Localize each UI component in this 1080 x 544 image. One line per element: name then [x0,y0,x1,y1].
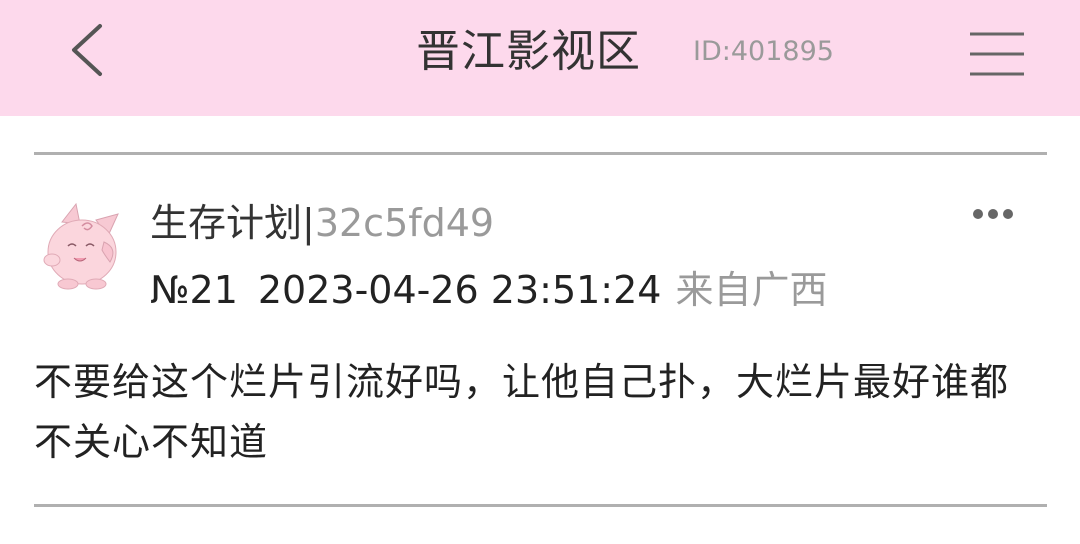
post-location: 来自广西 [675,268,828,312]
post-meta: №21 2023-04-26 23:51:24 来自广西 [150,262,827,318]
more-options-button[interactable] [968,200,1018,228]
thread-page: 晋江影视区 ID:401895 生存计划|32c5fd49 №21 2023-0… [0,0,1080,544]
pokemon-avatar-icon [43,202,119,290]
board-title: 晋江影视区 [416,26,641,77]
avatar[interactable] [38,200,124,290]
post-content: 不要给这个烂片引流好吗，让他自己扑，大烂片最好谁都不关心不知道 [34,360,1010,464]
author-hash: 32c5fd49 [314,201,495,245]
divider-bottom [34,504,1047,507]
author-name[interactable]: 生存计划 [150,201,302,245]
divider-top [34,152,1047,155]
menu-button[interactable] [966,28,1028,80]
post-timestamp: 2023-04-26 23:51:24 [257,268,662,312]
chevron-left-icon [72,24,102,76]
hamburger-menu-icon [970,32,1024,76]
back-button[interactable] [58,18,122,82]
more-horizontal-icon [973,209,1013,219]
author-line: 生存计划|32c5fd49 [150,196,494,250]
board-id: ID:401895 [693,36,834,67]
author-separator: | [302,201,315,245]
top-bar: 晋江影视区 ID:401895 [0,0,1080,116]
floor-number: №21 [150,268,238,312]
